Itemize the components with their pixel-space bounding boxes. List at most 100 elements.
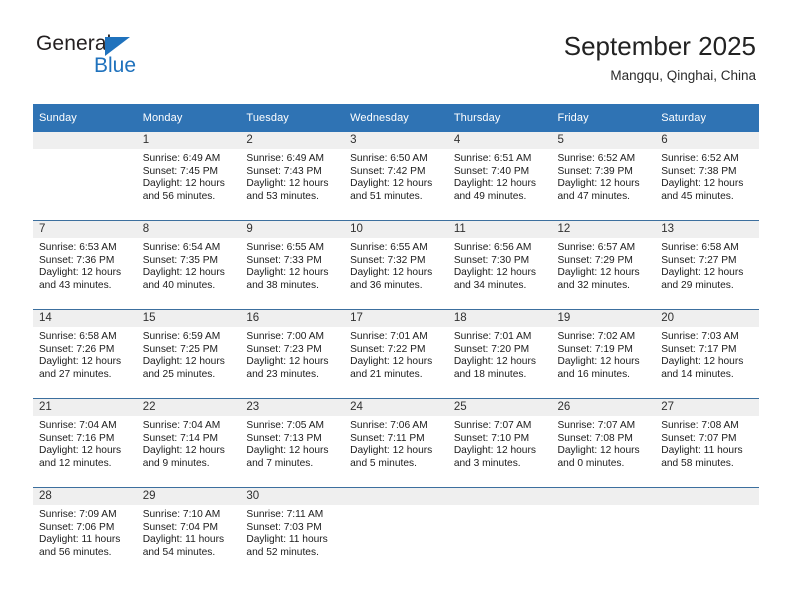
calendar-day-cell[interactable]: 28 Sunrise: 7:09 AM Sunset: 7:06 PM Dayligh… bbox=[33, 487, 137, 576]
sunset-text: Sunset: 7:36 PM bbox=[39, 254, 115, 266]
calendar-day-cell[interactable]: 24 Sunrise: 7:06 AM Sunset: 7:11 PM Dayligh… bbox=[344, 398, 448, 488]
day-details: Sunrise: 6:59 AM Sunset: 7:25 PM Daylight:… bbox=[137, 327, 241, 381]
calendar-body: 1 Sunrise: 6:49 AM Sunset: 7:45 PM Daylight… bbox=[33, 132, 759, 576]
day-details: Sunrise: 6:49 AM Sunset: 7:45 PM Daylight:… bbox=[137, 149, 241, 203]
calendar-day-cell[interactable]: 25 Sunrise: 7:07 AM Sunset: 7:10 PM Dayligh… bbox=[447, 398, 552, 488]
calendar-day-cell[interactable]: 9 Sunrise: 6:55 AM Sunset: 7:33 PM Daylight… bbox=[240, 220, 345, 310]
calendar-day-cell[interactable]: 26 Sunrise: 7:07 AM Sunset: 7:08 PM Dayligh… bbox=[551, 398, 656, 488]
calendar-day-cell[interactable]: 6 Sunrise: 6:52 AM Sunset: 7:38 PM Daylight… bbox=[655, 132, 759, 221]
calendar-day-cell[interactable]: 5 Sunrise: 6:52 AM Sunset: 7:39 PM Daylight… bbox=[551, 132, 656, 221]
calendar-day-cell[interactable]: 11 Sunrise: 6:56 AM Sunset: 7:30 PM Dayligh… bbox=[447, 220, 552, 310]
calendar-page: General Blue September 2025 Mangqu, Qing… bbox=[0, 0, 792, 612]
sunset-text: Sunset: 7:33 PM bbox=[246, 254, 322, 266]
calendar-day-cell[interactable]: 23 Sunrise: 7:05 AM Sunset: 7:13 PM Dayligh… bbox=[240, 398, 345, 488]
calendar-day-cell[interactable]: 2 Sunrise: 6:49 AM Sunset: 7:43 PM Daylight… bbox=[240, 132, 345, 221]
daylight-text-line2: and 34 minutes. bbox=[453, 279, 527, 291]
day-cell-inner: 3 Sunrise: 6:50 AM Sunset: 7:42 PM Daylight… bbox=[344, 132, 448, 220]
calendar-day-cell[interactable]: 14 Sunrise: 6:58 AM Sunset: 7:26 PM Dayligh… bbox=[33, 309, 137, 399]
calendar-day-cell[interactable]: 17 Sunrise: 7:01 AM Sunset: 7:22 PM Dayligh… bbox=[344, 309, 448, 399]
weekday-header-friday: Friday bbox=[551, 104, 656, 132]
calendar-day-cell[interactable]: 22 Sunrise: 7:04 AM Sunset: 7:14 PM Dayligh… bbox=[136, 398, 241, 488]
day-cell-inner bbox=[551, 488, 656, 576]
daylight-text-line2: and 38 minutes. bbox=[246, 279, 319, 291]
daylight-text-line2: and 56 minutes. bbox=[142, 190, 216, 202]
day-number bbox=[447, 488, 552, 505]
day-cell-inner: 7 Sunrise: 6:53 AM Sunset: 7:36 PM Daylight… bbox=[33, 221, 137, 309]
calendar-day-cell[interactable]: 10 Sunrise: 6:55 AM Sunset: 7:32 PM Dayligh… bbox=[344, 220, 448, 310]
sunset-text: Sunset: 7:30 PM bbox=[453, 254, 530, 266]
daylight-text-line2: and 52 minutes. bbox=[246, 546, 319, 558]
day-cell-inner bbox=[655, 488, 759, 576]
sunset-text: Sunset: 7:04 PM bbox=[142, 521, 219, 533]
sunrise-text: Sunrise: 6:54 AM bbox=[142, 242, 221, 253]
calendar-day-cell[interactable]: 21 Sunrise: 7:04 AM Sunset: 7:16 PM Dayligh… bbox=[33, 398, 137, 488]
day-cell-inner: 13 Sunrise: 6:58 AM Sunset: 7:27 PM Dayligh… bbox=[655, 221, 759, 309]
daylight-text-line2: and 47 minutes. bbox=[557, 190, 631, 202]
calendar-day-cell[interactable]: 30 Sunrise: 7:11 AM Sunset: 7:03 PM Dayligh… bbox=[240, 487, 345, 576]
calendar-day-cell[interactable]: 29 Sunrise: 7:10 AM Sunset: 7:04 PM Dayligh… bbox=[136, 487, 241, 576]
sunset-text: Sunset: 7:11 PM bbox=[350, 432, 425, 444]
calendar-day-cell-empty bbox=[551, 487, 656, 576]
daylight-text-line1: Daylight: 12 hours bbox=[246, 178, 329, 190]
day-cell-inner bbox=[344, 488, 448, 576]
sunset-text: Sunset: 7:20 PM bbox=[453, 343, 530, 355]
weekday-header-thursday: Thursday bbox=[447, 104, 552, 132]
day-number: 15 bbox=[136, 310, 241, 327]
sunset-text: Sunset: 7:03 PM bbox=[246, 521, 322, 533]
daylight-text-line1: Daylight: 12 hours bbox=[142, 178, 225, 190]
day-details: Sunrise: 6:58 AM Sunset: 7:26 PM Daylight:… bbox=[33, 327, 137, 381]
daylight-text-line2: and 25 minutes. bbox=[142, 368, 216, 380]
daylight-text-line2: and 18 minutes. bbox=[453, 368, 527, 380]
calendar-day-cell[interactable]: 15 Sunrise: 6:59 AM Sunset: 7:25 PM Dayligh… bbox=[136, 309, 241, 399]
day-details: Sunrise: 6:51 AM Sunset: 7:40 PM Daylight:… bbox=[448, 149, 552, 203]
daylight-text-line2: and 5 minutes. bbox=[350, 457, 417, 469]
day-details: Sunrise: 6:52 AM Sunset: 7:39 PM Daylight:… bbox=[552, 149, 656, 203]
day-cell-inner: 15 Sunrise: 6:59 AM Sunset: 7:25 PM Dayligh… bbox=[136, 310, 241, 398]
day-number: 18 bbox=[447, 310, 552, 327]
sunrise-text: Sunrise: 6:52 AM bbox=[661, 153, 739, 164]
day-number: 28 bbox=[33, 488, 137, 505]
calendar-day-cell-empty bbox=[447, 487, 552, 576]
day-details: Sunrise: 6:49 AM Sunset: 7:43 PM Daylight:… bbox=[240, 149, 344, 203]
sunrise-text: Sunrise: 6:58 AM bbox=[39, 331, 117, 342]
calendar-day-cell[interactable]: 4 Sunrise: 6:51 AM Sunset: 7:40 PM Daylight… bbox=[447, 132, 552, 221]
daylight-text-line2: and 7 minutes. bbox=[246, 457, 314, 469]
calendar-day-cell[interactable]: 8 Sunrise: 6:54 AM Sunset: 7:35 PM Daylight… bbox=[136, 220, 241, 310]
calendar-day-cell[interactable]: 20 Sunrise: 7:03 AM Sunset: 7:17 PM Dayligh… bbox=[655, 309, 759, 399]
day-details: Sunrise: 7:02 AM Sunset: 7:19 PM Daylight:… bbox=[552, 327, 656, 381]
daylight-text-line2: and 49 minutes. bbox=[453, 190, 527, 202]
calendar-table: Sunday Monday Tuesday Wednesday Thursday… bbox=[33, 104, 759, 576]
day-number: 23 bbox=[240, 399, 345, 416]
calendar-day-cell[interactable]: 13 Sunrise: 6:58 AM Sunset: 7:27 PM Dayligh… bbox=[655, 220, 759, 310]
sunset-text: Sunset: 7:39 PM bbox=[557, 165, 633, 177]
calendar-day-cell[interactable]: 19 Sunrise: 7:02 AM Sunset: 7:19 PM Dayligh… bbox=[551, 309, 656, 399]
sunset-text: Sunset: 7:06 PM bbox=[39, 521, 115, 533]
day-number bbox=[33, 132, 137, 149]
day-cell-inner: 20 Sunrise: 7:03 AM Sunset: 7:17 PM Dayligh… bbox=[655, 310, 759, 398]
daylight-text-line1: Daylight: 12 hours bbox=[557, 267, 640, 279]
calendar-day-cell[interactable]: 1 Sunrise: 6:49 AM Sunset: 7:45 PM Daylight… bbox=[136, 132, 241, 221]
day-cell-inner bbox=[33, 132, 137, 220]
day-cell-inner: 9 Sunrise: 6:55 AM Sunset: 7:33 PM Daylight… bbox=[240, 221, 345, 309]
calendar-day-cell[interactable]: 3 Sunrise: 6:50 AM Sunset: 7:42 PM Daylight… bbox=[344, 132, 448, 221]
calendar-day-cell[interactable]: 12 Sunrise: 6:57 AM Sunset: 7:29 PM Dayligh… bbox=[551, 220, 656, 310]
day-details: Sunrise: 7:01 AM Sunset: 7:20 PM Daylight:… bbox=[448, 327, 552, 381]
daylight-text-line1: Daylight: 12 hours bbox=[39, 267, 122, 279]
day-number: 7 bbox=[33, 221, 137, 238]
daylight-text-line1: Daylight: 12 hours bbox=[350, 178, 433, 190]
day-number: 22 bbox=[136, 399, 241, 416]
day-cell-inner: 28 Sunrise: 7:09 AM Sunset: 7:06 PM Dayligh… bbox=[33, 488, 137, 576]
daylight-text-line2: and 45 minutes. bbox=[661, 190, 734, 202]
sunrise-text: Sunrise: 6:52 AM bbox=[557, 153, 636, 164]
sunset-text: Sunset: 7:29 PM bbox=[557, 254, 633, 266]
day-number: 17 bbox=[344, 310, 448, 327]
day-details: Sunrise: 7:07 AM Sunset: 7:10 PM Daylight:… bbox=[448, 416, 552, 470]
weekday-header-wednesday: Wednesday bbox=[344, 104, 448, 132]
calendar-day-cell[interactable]: 7 Sunrise: 6:53 AM Sunset: 7:36 PM Daylight… bbox=[33, 220, 137, 310]
day-number: 8 bbox=[136, 221, 241, 238]
daylight-text-line1: Daylight: 12 hours bbox=[453, 178, 536, 190]
calendar-day-cell[interactable]: 27 Sunrise: 7:08 AM Sunset: 7:07 PM Dayligh… bbox=[655, 398, 759, 488]
calendar-day-cell[interactable]: 18 Sunrise: 7:01 AM Sunset: 7:20 PM Dayligh… bbox=[447, 309, 552, 399]
daylight-text-line1: Daylight: 11 hours bbox=[142, 534, 225, 546]
calendar-day-cell[interactable]: 16 Sunrise: 7:00 AM Sunset: 7:23 PM Dayligh… bbox=[240, 309, 345, 399]
